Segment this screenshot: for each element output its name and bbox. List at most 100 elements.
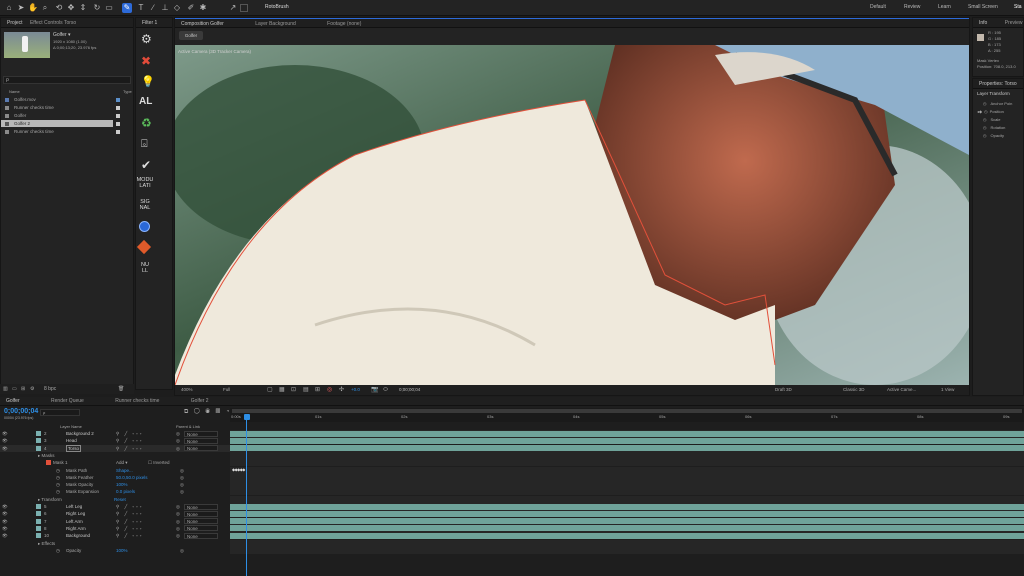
layer-switches[interactable]: ⚲ ╱ ▫▫▫ <box>116 503 143 510</box>
roto-brush-tool-icon[interactable]: ✐ <box>186 3 196 13</box>
timeline-switches[interactable]: ⧉ ◯ ◉ ▦ ◔ <box>184 409 232 416</box>
property-row[interactable]: ◷ Mask Feather 50.0,50.0 pixels ◎ <box>0 474 230 481</box>
label-color-swatch[interactable] <box>36 518 41 524</box>
layer-name[interactable]: Background <box>66 532 90 539</box>
bpc-toggle[interactable]: 8 bpc <box>44 384 56 394</box>
parent-pick-whip-icon[interactable]: ◎ <box>176 532 180 539</box>
filter-label-al[interactable]: AL <box>139 96 152 107</box>
blue-circle-icon[interactable] <box>139 221 150 232</box>
workspace-default[interactable]: Default <box>870 4 886 10</box>
layer-duration-bar[interactable] <box>230 430 1024 437</box>
project-item[interactable]: Runner checks time <box>1 128 133 135</box>
puppet-tool-icon[interactable]: ✱ <box>198 3 208 13</box>
parent-dropdown[interactable]: None <box>184 525 218 532</box>
workspace-learn[interactable]: Learn <box>938 4 951 10</box>
tab-preview[interactable]: Preview <box>1005 20 1023 26</box>
parent-dropdown[interactable]: None <box>184 532 218 539</box>
exposure-value[interactable]: +0.0 <box>351 385 360 395</box>
clone-stamp-icon[interactable]: ⊥ <box>160 3 170 13</box>
tab-golfer-2[interactable]: Golfer 2 <box>191 398 209 404</box>
property-anchor-point[interactable]: ◷ Anchor Poin <box>983 101 1012 106</box>
comp-flow-tab-golfer[interactable]: Golfer <box>179 31 203 40</box>
layer-duration-bar[interactable] <box>230 503 1024 510</box>
recycle-icon[interactable]: ♻ <box>141 116 152 130</box>
tab-project[interactable]: Project <box>7 20 23 26</box>
property-group-row[interactable]: ▸ Masks <box>0 452 230 459</box>
renderer-dropdown[interactable]: Classic 3D <box>843 385 865 395</box>
visibility-eye-icon[interactable]: 👁 <box>2 525 8 532</box>
parent-dropdown[interactable]: None <box>184 437 218 444</box>
parent-dropdown[interactable]: None <box>184 445 218 452</box>
property-row[interactable]: ◷ Opacity 100% ◎ <box>0 547 230 554</box>
layer-switches[interactable]: ⚲ ╱ ▫▫▫ <box>116 525 143 532</box>
draft-3d-toggle[interactable]: Draft 3D <box>775 385 792 395</box>
group-label[interactable]: ▸ Transform <box>38 496 62 503</box>
comp-timecode[interactable]: 0;00;00;04 <box>399 385 420 395</box>
workspace-small-screen[interactable]: Small Screen <box>968 4 998 10</box>
filter-label-modulation[interactable]: MODU LATI <box>136 177 154 189</box>
workspace-standard[interactable]: Sta <box>1014 4 1022 10</box>
visibility-eye-icon[interactable]: 👁 <box>2 430 8 437</box>
mask-inverted-checkbox[interactable]: ☐ Inverted <box>148 459 170 466</box>
layer-name[interactable]: Right Arm <box>66 525 86 532</box>
stopwatch-icon[interactable]: ◷ <box>983 117 987 122</box>
mask-row[interactable]: Mask 1 Add ▾ ☐ Inverted <box>0 459 230 466</box>
tab-runner-checks-time[interactable]: Runner checks time <box>115 398 159 404</box>
property-rotation[interactable]: ◷ Rotation <box>983 125 1005 130</box>
label-color-swatch[interactable] <box>36 445 41 451</box>
layer-name[interactable]: Torso <box>66 444 82 452</box>
parent-dropdown[interactable]: None <box>184 430 218 437</box>
layer-duration-bar[interactable] <box>230 445 1024 452</box>
layer-name[interactable]: Right Leg <box>66 510 85 517</box>
parent-dropdown[interactable]: None <box>184 518 218 525</box>
stopwatch-icon[interactable]: ◷ <box>56 547 60 554</box>
playhead-handle[interactable] <box>244 414 250 420</box>
timeline-search-input[interactable]: ρ <box>40 409 80 416</box>
layer-row[interactable]: 👁 6 Right Leg ⚲ ╱ ▫▫▫ ◎ None <box>0 510 230 517</box>
current-time-display[interactable]: 0;00;00;04 <box>4 408 38 415</box>
transparency-grid-icon[interactable]: ▦ <box>279 385 285 395</box>
checkmark-icon[interactable]: ✔ <box>141 158 151 172</box>
visibility-eye-icon[interactable]: 👁 <box>2 445 8 452</box>
properties-title[interactable]: Properties: Torso <box>979 81 1017 87</box>
region-of-interest-icon[interactable]: ▢ <box>267 385 273 395</box>
layer-row[interactable]: 👁 10 Background ⚲ ╱ ▫▫▫ ◎ None <box>0 532 230 539</box>
label-color-swatch[interactable] <box>36 525 41 531</box>
settings-icon[interactable]: ⚙ <box>30 384 34 394</box>
grid-icon[interactable]: ⊞ <box>315 385 320 395</box>
property-row[interactable]: ◷ Mask Opacity 100% ◎ <box>0 481 230 488</box>
comp-viewport[interactable]: Active Camera (3D Tracker Camera) <box>175 45 969 385</box>
tab-composition-golfer[interactable]: Composition Golfer <box>181 21 224 27</box>
color-management-icon[interactable]: ✣ <box>339 385 344 395</box>
layer-name[interactable]: Left Leg <box>66 503 82 510</box>
type-tool-icon[interactable]: T <box>136 3 146 13</box>
property-value[interactable]: 50.0,50.0 pixels <box>116 474 148 481</box>
layer-duration-bar[interactable] <box>230 525 1024 532</box>
property-position[interactable]: ◂◆ ◷ Position <box>977 109 1004 114</box>
pick-whip-icon[interactable]: ◎ <box>180 481 184 488</box>
layer-row[interactable]: 👁 7 Left Arm ⚲ ╱ ▫▫▫ ◎ None <box>0 518 230 525</box>
camera-dropdown[interactable]: Active Came... <box>887 385 916 395</box>
pick-whip-icon[interactable]: ◎ <box>180 547 184 554</box>
project-search-input[interactable]: ρ <box>3 76 131 84</box>
view-layout-dropdown[interactable]: 1 View <box>941 385 954 395</box>
layer-duration-bar[interactable] <box>230 510 1024 517</box>
layer-switches[interactable]: ⚲ ╱ ▫▫▫ <box>116 518 143 525</box>
snapshot-icon[interactable]: 📷 <box>371 385 378 395</box>
keyframe-markers[interactable]: ◆◆◆◆◆ <box>232 467 245 472</box>
interpret-footage-icon[interactable]: ▥ <box>3 384 8 394</box>
property-row[interactable]: ◷ Mask Path Shape... ◎ <box>0 467 230 474</box>
property-group-row[interactable]: ▸ Transform Reset <box>0 496 230 503</box>
property-row[interactable]: ◷ Mask Expansion 0.0 pixels ◎ <box>0 488 230 495</box>
tab-layer-background[interactable]: Layer Background <box>255 21 296 27</box>
home-icon[interactable]: ⌂ <box>4 3 14 13</box>
stopwatch-icon[interactable]: ◷ <box>56 467 60 474</box>
rectangle-tool-icon[interactable]: ▭ <box>104 3 114 13</box>
visibility-eye-icon[interactable]: 👁 <box>2 518 8 525</box>
parent-pick-whip-icon[interactable]: ◎ <box>176 525 180 532</box>
zoom-dropdown[interactable]: 400% <box>181 385 193 395</box>
layer-switches[interactable]: ⚲ ╱ ▫▫▫ <box>116 437 143 444</box>
label-color-swatch[interactable] <box>36 438 41 444</box>
filter-tab-label[interactable]: Filter 1 <box>142 20 157 26</box>
hand-tool-icon[interactable]: ✋ <box>28 3 38 13</box>
